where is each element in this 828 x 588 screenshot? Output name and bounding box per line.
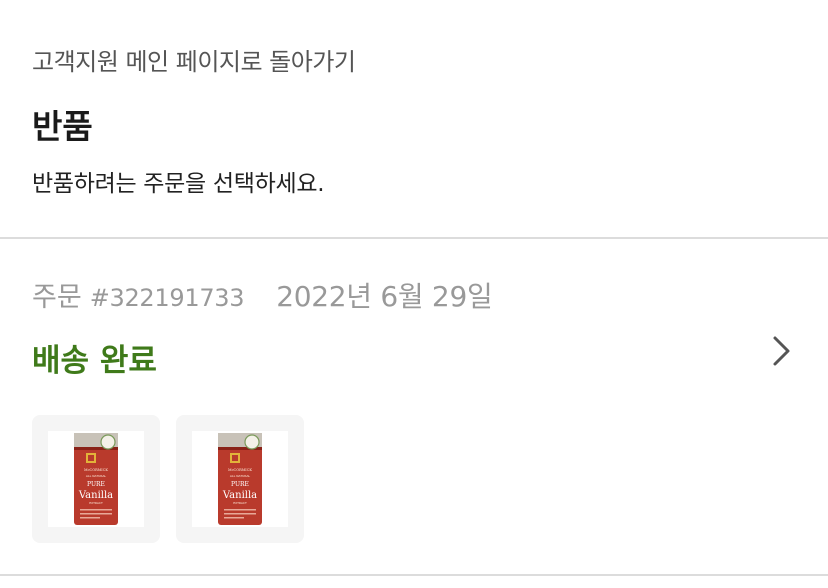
chevron-right-icon[interactable] bbox=[768, 335, 796, 367]
delivery-status: 배송 완료 bbox=[32, 343, 157, 379]
product-line2: PURE bbox=[87, 481, 105, 488]
product-brand-text: McCORMICK bbox=[228, 468, 252, 472]
back-to-support-link[interactable]: 고객지원 메인 페이지로 돌아가기 bbox=[32, 42, 356, 77]
section-divider bbox=[0, 574, 828, 576]
product-line4: EXTRACT bbox=[233, 501, 247, 505]
vanilla-extract-image: McCORMICK ALL NATURAL PURE Vanilla EXTRA… bbox=[192, 431, 288, 527]
order-item-thumbnails: McCORMICK ALL NATURAL PURE Vanilla EXTRA… bbox=[32, 415, 304, 543]
order-meta: 주문 #322191733 2022년 6월 29일 bbox=[32, 275, 493, 315]
product-thumbnail[interactable]: McCORMICK ALL NATURAL PURE Vanilla EXTRA… bbox=[176, 415, 304, 543]
product-line4: EXTRACT bbox=[89, 501, 103, 505]
product-brand-text: McCORMICK bbox=[84, 468, 108, 472]
page-subtitle: 반품하려는 주문을 선택하세요. bbox=[32, 171, 325, 197]
order-number: #322191733 bbox=[89, 284, 245, 312]
order-card[interactable]: 주문 #322191733 2022년 6월 29일 배송 완료 McCORMI… bbox=[0, 239, 828, 574]
product-line1: ALL NATURAL bbox=[86, 474, 106, 478]
order-label: 주문 bbox=[32, 282, 82, 313]
product-line3: Vanilla bbox=[222, 490, 257, 501]
vanilla-extract-image: McCORMICK ALL NATURAL PURE Vanilla EXTRA… bbox=[48, 431, 144, 527]
product-line3: Vanilla bbox=[78, 490, 113, 501]
page-title: 반품 bbox=[32, 107, 93, 146]
product-thumbnail[interactable]: McCORMICK ALL NATURAL PURE Vanilla EXTRA… bbox=[32, 415, 160, 543]
product-line1: ALL NATURAL bbox=[230, 474, 250, 478]
product-line2: PURE bbox=[231, 481, 249, 488]
order-date: 2022년 6월 29일 bbox=[276, 280, 493, 313]
